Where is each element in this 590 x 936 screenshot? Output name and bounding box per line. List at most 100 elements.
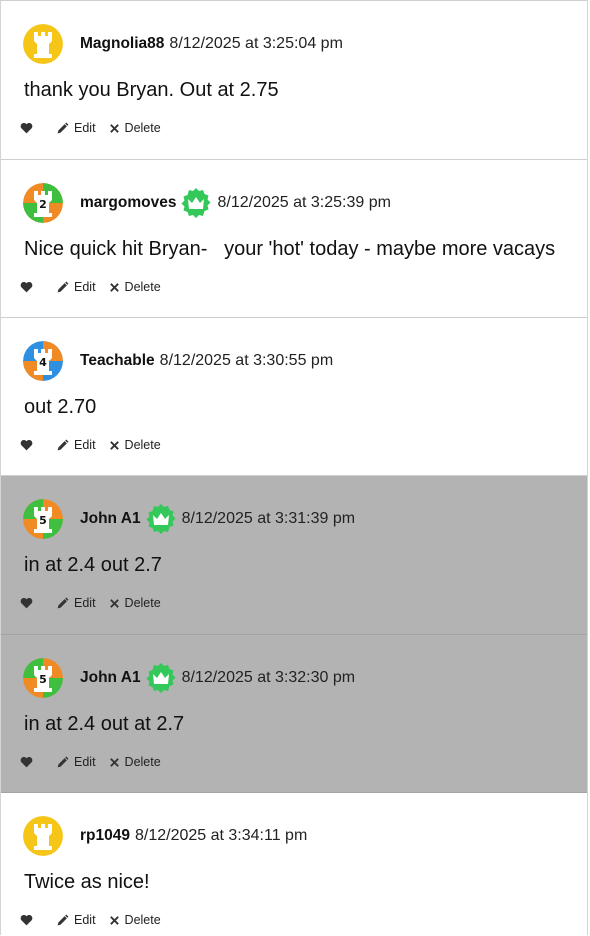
comment-text: thank you Bryan. Out at 2.75 <box>24 79 279 101</box>
delete-button[interactable]: Delete <box>109 913 161 927</box>
rook-avatar-icon <box>23 24 63 64</box>
edit-button[interactable]: Edit <box>56 438 96 452</box>
username[interactable]: rp1049 <box>80 827 130 845</box>
timestamp: 8/12/2025 at 3:34:11 pm <box>134 827 308 844</box>
comment-header: 5 John A1 8/12/2025 at 3:32:30 pm <box>23 658 355 698</box>
username[interactable]: Teachable <box>80 352 155 370</box>
pencil-icon <box>57 597 69 608</box>
edit-label: Edit <box>74 438 96 452</box>
like-button[interactable] <box>20 439 38 451</box>
heart-icon <box>20 439 33 451</box>
edit-button[interactable]: Edit <box>56 121 96 135</box>
comment-header: 4 Teachable 8/12/2025 at 3:30:55 pm <box>23 341 333 381</box>
heart-icon <box>20 597 33 609</box>
like-button[interactable] <box>20 914 38 926</box>
svg-text:4: 4 <box>39 356 47 369</box>
username[interactable]: Magnolia88 <box>80 35 164 53</box>
rook-avatar-icon: 5 <box>23 499 63 539</box>
avatar[interactable]: 5 <box>23 499 63 539</box>
pencil-icon <box>57 281 69 292</box>
delete-button[interactable]: Delete <box>109 121 161 135</box>
timestamp: 8/12/2025 at 3:30:55 pm <box>159 352 334 369</box>
comment-text: in at 2.4 out at 2.7 <box>24 713 185 735</box>
comment-text: in at 2.4 out 2.7 <box>24 554 162 576</box>
avatar[interactable] <box>23 816 63 856</box>
delete-button[interactable]: Delete <box>109 438 161 452</box>
like-button[interactable] <box>20 281 38 293</box>
rook-avatar-icon <box>23 816 63 856</box>
edit-label: Edit <box>74 121 96 135</box>
edit-button[interactable]: Edit <box>56 596 96 610</box>
close-icon <box>109 915 119 925</box>
pencil-icon <box>57 756 69 767</box>
crown-badge-icon <box>146 504 176 534</box>
comment-item: 4 Teachable 8/12/2025 at 3:30:55 pm out … <box>1 318 587 476</box>
timestamp: 8/12/2025 at 3:31:39 pm <box>181 510 356 527</box>
delete-button[interactable]: Delete <box>109 280 161 294</box>
delete-label: Delete <box>124 121 161 135</box>
like-button[interactable] <box>20 122 38 134</box>
rook-avatar-icon: 2 <box>23 183 63 223</box>
heart-icon <box>20 756 33 768</box>
comment-actions: Edit Delete <box>20 121 174 135</box>
like-button[interactable] <box>20 597 38 609</box>
delete-button[interactable]: Delete <box>109 596 161 610</box>
avatar[interactable]: 4 <box>23 341 63 381</box>
comment-item: rp1049 8/12/2025 at 3:34:11 pm Twice as … <box>1 793 587 936</box>
comment-feed: Magnolia88 8/12/2025 at 3:25:04 pm thank… <box>0 0 588 936</box>
comment-text: Nice quick hit Bryan- your 'hot' today -… <box>24 238 556 260</box>
like-button[interactable] <box>20 756 38 768</box>
username[interactable]: John A1 <box>80 510 141 528</box>
timestamp: 8/12/2025 at 3:25:39 pm <box>217 194 391 211</box>
close-icon <box>109 123 119 133</box>
heart-icon <box>20 914 33 926</box>
timestamp: 8/12/2025 at 3:25:04 pm <box>169 35 343 52</box>
close-icon <box>109 757 119 767</box>
edit-button[interactable]: Edit <box>56 280 96 294</box>
close-icon <box>109 598 119 608</box>
comment-item: 2 margomoves 8/12/2025 at 3:25:39 pm Nic… <box>1 160 587 318</box>
edit-label: Edit <box>74 596 96 610</box>
rook-avatar-icon: 5 <box>23 658 63 698</box>
comment-actions: Edit Delete <box>20 755 174 769</box>
comment-header: Magnolia88 8/12/2025 at 3:25:04 pm <box>23 24 343 64</box>
svg-text:5: 5 <box>39 673 47 686</box>
username[interactable]: John A1 <box>80 669 141 687</box>
delete-label: Delete <box>124 438 161 452</box>
pencil-icon <box>57 439 69 450</box>
rook-avatar-icon: 4 <box>23 341 63 381</box>
heart-icon <box>20 122 33 134</box>
comment-header: 2 margomoves 8/12/2025 at 3:25:39 pm <box>23 183 391 223</box>
svg-text:2: 2 <box>39 198 47 211</box>
pencil-icon <box>57 914 69 925</box>
edit-label: Edit <box>74 280 96 294</box>
delete-label: Delete <box>124 755 161 769</box>
comment-actions: Edit Delete <box>20 438 174 452</box>
edit-label: Edit <box>74 913 96 927</box>
timestamp: 8/12/2025 at 3:32:30 pm <box>181 669 356 686</box>
heart-icon <box>20 281 33 293</box>
edit-button[interactable]: Edit <box>56 755 96 769</box>
delete-label: Delete <box>124 913 161 927</box>
avatar[interactable]: 2 <box>23 183 63 223</box>
close-icon <box>109 282 119 292</box>
delete-button[interactable]: Delete <box>109 755 161 769</box>
comment-actions: Edit Delete <box>20 596 174 610</box>
avatar[interactable]: 5 <box>23 658 63 698</box>
comment-text: out 2.70 <box>24 396 97 418</box>
close-icon <box>109 440 119 450</box>
edit-button[interactable]: Edit <box>56 913 96 927</box>
comment-actions: Edit Delete <box>20 280 174 294</box>
comment-actions: Edit Delete <box>20 913 174 927</box>
crown-badge-icon <box>181 188 211 218</box>
pencil-icon <box>57 122 69 133</box>
delete-label: Delete <box>124 280 161 294</box>
comment-item: Magnolia88 8/12/2025 at 3:25:04 pm thank… <box>1 1 587 160</box>
delete-label: Delete <box>124 596 161 610</box>
edit-label: Edit <box>74 755 96 769</box>
comment-header: rp1049 8/12/2025 at 3:34:11 pm <box>23 816 307 856</box>
comment-text: Twice as nice! <box>24 871 150 893</box>
username[interactable]: margomoves <box>80 194 176 212</box>
comment-item: 5 John A1 8/12/2025 at 3:32:30 pm in at … <box>1 635 587 793</box>
avatar[interactable] <box>23 24 63 64</box>
